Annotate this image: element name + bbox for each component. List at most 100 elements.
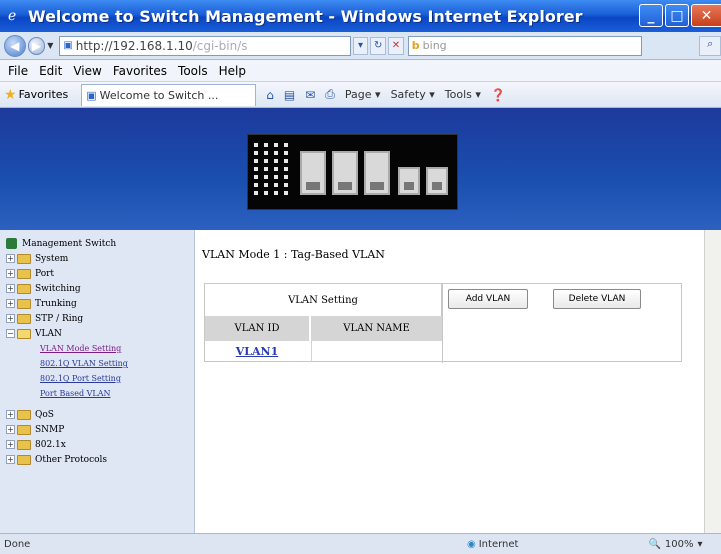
sidebar-item-label: VLAN [35,328,62,339]
help-icon[interactable]: ❓ [491,88,506,102]
forward-button[interactable]: ▶ [27,36,46,55]
expand-icon[interactable]: + [6,314,15,323]
expand-icon[interactable]: + [6,269,15,278]
zoom-control[interactable]: 🔍 100% ▾ [644,539,702,550]
expand-icon[interactable]: + [6,425,15,434]
zoom-icon: 🔍 [648,538,661,550]
browser-tab[interactable]: ▣ Welcome to Switch ... [81,83,257,106]
rj45-port[interactable] [300,151,326,195]
link-port-based-vlan[interactable]: Port Based VLAN [40,386,194,401]
rj45-port[interactable] [332,151,358,195]
folder-icon [17,283,31,294]
tree-root-label: Management Switch [22,238,117,249]
stop-button[interactable]: ✕ [388,36,404,55]
collapse-icon[interactable]: − [6,329,15,338]
add-vlan-button[interactable]: Add VLAN [448,289,528,309]
expand-icon[interactable]: + [6,299,15,308]
mail-icon[interactable]: ✉ [305,88,315,102]
security-zone[interactable]: ◉ Internet [467,539,518,550]
tools-menu[interactable]: Tools ▾ [445,88,481,101]
address-bar: ◀ ▶ ▼ ▣ http://192.168.1.10/cgi-bin/s ▾ … [0,32,721,60]
sfp-port[interactable] [398,167,420,195]
main-content: VLAN Mode 1 : Tag-Based VLAN VLAN Settin… [196,230,721,533]
switch-icon [6,238,17,249]
expand-icon[interactable]: + [6,455,15,464]
led-column [254,143,258,199]
folder-icon [17,424,31,435]
minimize-button[interactable]: _ [639,4,663,27]
refresh-button[interactable]: ↻ [370,36,387,55]
expand-icon[interactable]: + [6,410,15,419]
sidebar-item-stp-ring[interactable]: + STP / Ring [6,311,194,326]
zoom-level: 100% [664,538,694,550]
delete-vlan-button[interactable]: Delete VLAN [553,289,641,309]
favorites-label: Favorites [18,88,69,101]
favorites-button[interactable]: ★ Favorites [4,87,68,103]
address-dropdown-button[interactable]: ▾ [352,36,369,55]
sidebar-item-trunking[interactable]: + Trunking [6,296,194,311]
safety-menu[interactable]: Safety ▾ [391,88,435,101]
zoom-dropdown-icon[interactable]: ▾ [698,539,703,550]
sidebar-item-system[interactable]: + System [6,251,194,266]
search-button[interactable]: ⌕ [699,35,721,56]
history-dropdown-icon[interactable]: ▼ [47,41,53,50]
sidebar-item-label: System [35,253,69,264]
globe-icon: ◉ [467,538,476,550]
expand-icon[interactable]: + [6,284,15,293]
sidebar-item-vlan[interactable]: − VLAN [6,326,194,341]
status-bar: Done ◉ Internet 🔍 100% ▾ [0,533,721,554]
rj45-port[interactable] [364,151,390,195]
page-title: VLAN Mode 1 : Tag-Based VLAN [202,248,385,261]
menu-favorites[interactable]: Favorites [113,64,167,78]
vlan-name-cell [311,341,442,362]
sidebar-item-switching[interactable]: + Switching [6,281,194,296]
link-vlan-mode-setting[interactable]: VLAN Mode Setting [40,341,194,356]
folder-icon [17,439,31,450]
expand-icon[interactable]: + [6,440,15,449]
sidebar-item-label: 802.1x [35,439,66,450]
status-text: Done [4,538,31,550]
maximize-button[interactable]: □ [665,4,689,27]
favorites-bar: ★ Favorites ▣ Welcome to Switch ... ⌂ ▤ … [0,82,721,108]
sidebar-item-qos[interactable]: + QoS [6,407,194,422]
ie-logo-icon: ℯ [8,8,17,24]
vlan-id-link[interactable]: VLAN1 [236,345,279,358]
link-8021q-vlan-setting[interactable]: 802.1Q VLAN Setting [40,356,194,371]
led-column [264,143,268,199]
menu-view[interactable]: View [73,64,101,78]
sfp-port[interactable] [426,167,448,195]
column-header-vlan-name: VLAN NAME [311,316,442,341]
menu-help[interactable]: Help [219,64,246,78]
tree-root[interactable]: Management Switch [6,236,194,251]
folder-icon [17,313,31,324]
title-bar: ℯ Welcome to Switch Management - Windows… [0,0,721,32]
sidebar-item-label: Switching [35,283,81,294]
back-button[interactable]: ◀ [4,34,26,57]
url-input[interactable]: ▣ http://192.168.1.10/cgi-bin/s [59,35,351,56]
menu-edit[interactable]: Edit [39,64,62,78]
home-icon[interactable]: ⌂ [266,88,274,102]
expand-icon[interactable]: + [6,254,15,263]
link-8021q-port-setting[interactable]: 802.1Q Port Setting [40,371,194,386]
page-menu[interactable]: Page ▾ [345,88,381,101]
sidebar-item-snmp[interactable]: + SNMP [6,422,194,437]
menu-bar: File Edit View Favorites Tools Help [0,60,721,82]
vertical-scrollbar[interactable] [704,230,721,533]
sidebar-item-port[interactable]: + Port [6,266,194,281]
window-title: Welcome to Switch Management - Windows I… [28,6,583,26]
menu-file[interactable]: File [8,64,28,78]
vlan-table: VLAN Setting Add VLAN Delete VLAN VLAN I… [204,283,682,363]
feeds-icon[interactable]: ▤ [284,88,295,102]
print-icon[interactable]: ⎙ [325,87,335,102]
zone-label: Internet [478,538,519,550]
tab-label: Welcome to Switch ... [99,88,219,102]
search-input[interactable]: b bing [407,35,643,56]
folder-icon [17,253,31,264]
sidebar-item-other-protocols[interactable]: + Other Protocols [6,452,194,467]
sidebar-item-8021x[interactable]: + 802.1x [6,437,194,452]
page-icon: ▣ [63,40,73,51]
close-button[interactable]: ✕ [691,4,721,27]
switch-front-panel-image [247,134,458,210]
menu-tools[interactable]: Tools [178,64,208,78]
folder-icon [17,298,31,309]
